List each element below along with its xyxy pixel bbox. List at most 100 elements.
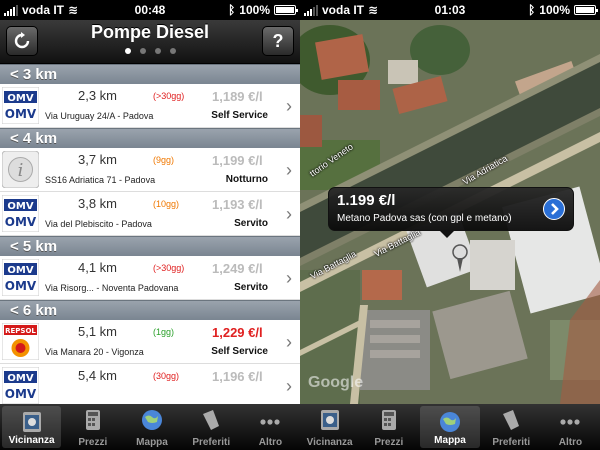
svg-text:i: i [18, 160, 24, 181]
chevron-right-icon: › [286, 96, 292, 116]
station-list-screen: voda IT ≋ 00:48 ᛒ 100% Pompe Diesel ? < … [0, 0, 300, 450]
more-dots-icon [258, 408, 282, 432]
tab-vicinanza[interactable]: Vicinanza [300, 404, 359, 450]
station-row[interactable]: OMV OMV 2,3 km (>30gg) 1,189 €/l Via Uruguay … [0, 84, 300, 128]
svg-text:OMV: OMV [5, 215, 37, 229]
svg-text:OMV: OMV [7, 201, 33, 212]
price-age-badge: (10gg) [153, 199, 180, 209]
station-price: 1,196 €/l [212, 369, 263, 384]
repsol-logo-icon: REPSOL [1, 322, 40, 361]
service-type: Notturno [225, 174, 268, 185]
station-distance: 5,4 km [78, 368, 118, 383]
tab-altro[interactable]: Altro [241, 404, 300, 450]
svg-text:OMV: OMV [7, 265, 33, 276]
tab-mappa[interactable]: Mappa [122, 404, 181, 450]
service-type: Self Service [211, 110, 268, 121]
calculator-icon [377, 408, 401, 432]
svg-text:OMV: OMV [5, 107, 37, 121]
station-address: Via del Plebiscito - Padova [45, 219, 152, 229]
tab-mappa[interactable]: Mappa [420, 406, 480, 448]
station-distance: 3,7 km [78, 152, 118, 167]
calculator-icon [81, 408, 105, 432]
station-row[interactable]: OMV OMV 5,4 km (30gg) 1,196 €/l › [0, 364, 300, 404]
tab-altro[interactable]: Altro [541, 404, 600, 450]
price-age-badge: (9gg) [153, 155, 175, 165]
tab-label: Prezzi [374, 437, 404, 448]
tab-label: Altro [258, 437, 283, 448]
chevron-right-icon: › [286, 204, 292, 224]
callout-station-name: Metano Padova sas (con gpl e metano) [337, 213, 512, 224]
info-logo-icon: i [1, 150, 40, 189]
tab-bar: Vicinanza Prezzi Mappa Preferiti Altro [300, 404, 600, 450]
tab-label: Altro [558, 437, 583, 448]
more-dots-icon [558, 408, 582, 432]
bluetooth-icon: ᛒ [228, 3, 236, 17]
tab-prezzi[interactable]: Prezzi [359, 404, 418, 450]
page-indicator [0, 48, 300, 54]
help-icon: ? [272, 31, 284, 51]
tab-preferiti[interactable]: Preferiti [182, 404, 241, 450]
omv-logo-icon: OMV OMV [1, 86, 40, 125]
callout-price: 1.199 €/l [337, 192, 396, 209]
tab-label: Vicinanza [306, 437, 353, 448]
omv-logo-icon: OMV OMV [1, 366, 40, 404]
station-address: SS16 Adriatica 71 - Padova [45, 175, 156, 185]
station-row[interactable]: REPSOL 5,1 km (1gg) 1,229 €/l Via Manara 20 … [0, 320, 300, 364]
distance-section-header: < 5 km [0, 236, 300, 256]
svg-text:OMV: OMV [5, 387, 37, 401]
tab-label: Mappa [434, 435, 466, 446]
service-type: Servito [234, 218, 268, 229]
chevron-right-icon: › [286, 268, 292, 288]
station-distance: 5,1 km [78, 324, 118, 339]
distance-section-header: < 3 km [0, 64, 300, 84]
status-bar: voda IT ≋ 00:48 ᛒ 100% [0, 0, 300, 20]
status-bar: voda IT ≋ 01:03 ᛒ 100% [300, 0, 600, 20]
station-price: 1,193 €/l [212, 197, 263, 212]
station-row[interactable]: i 3,7 km (9gg) 1,199 €/l SS16 Adriatica 71 -… [0, 148, 300, 192]
station-price: 1,229 €/l [212, 325, 263, 340]
tab-label: Mappa [136, 437, 168, 448]
tab-label: Preferiti [492, 437, 531, 448]
satellite-map[interactable]: Via Adriatica Via Battaglia Via Battagli… [300, 20, 600, 404]
station-distance: 3,8 km [78, 196, 118, 211]
svg-text:OMV: OMV [7, 373, 33, 384]
tab-prezzi[interactable]: Prezzi [63, 404, 122, 450]
chevron-right-icon: › [286, 160, 292, 180]
chevron-right-icon: › [286, 332, 292, 352]
battery-icon [574, 5, 598, 15]
compass-screen-icon [318, 408, 342, 432]
svg-text:REPSOL: REPSOL [5, 327, 36, 335]
service-type: Self Service [211, 346, 268, 357]
page-title: Pompe Diesel [90, 22, 210, 42]
bookmark-icon [199, 408, 223, 432]
tab-vicinanza[interactable]: Vicinanza [2, 406, 62, 448]
distance-section-header: < 4 km [0, 128, 300, 148]
station-price: 1,199 €/l [212, 153, 263, 168]
station-distance: 2,3 km [78, 88, 118, 103]
battery-icon [274, 5, 298, 15]
station-distance: 4,1 km [78, 260, 118, 275]
price-age-badge: (1gg) [153, 327, 175, 337]
station-row[interactable]: OMV OMV 4,1 km (>30gg) 1,249 €/l Via Risorg..… [0, 256, 300, 300]
price-age-badge: (>30gg) [153, 263, 185, 273]
svg-text:OMV: OMV [7, 93, 33, 104]
navigation-bar: Pompe Diesel ? [0, 20, 300, 64]
station-address: Via Uruguay 24/A - Padova [45, 111, 154, 121]
chevron-right-icon: › [286, 376, 292, 396]
bluetooth-icon: ᛒ [528, 3, 536, 17]
station-price: 1,189 €/l [212, 89, 263, 104]
station-address: Via Manara 20 - Vigonza [45, 347, 144, 357]
station-row[interactable]: OMV OMV 3,8 km (10gg) 1,193 €/l Via del Plebi… [0, 192, 300, 236]
help-button[interactable]: ? [262, 26, 294, 56]
price-age-badge: (30gg) [153, 371, 180, 381]
chevron-right-icon [551, 203, 559, 215]
station-price: 1,249 €/l [212, 261, 263, 276]
tab-label: Vicinanza [8, 435, 55, 446]
detail-disclosure-button[interactable] [543, 198, 565, 220]
station-callout[interactable]: 1.199 €/l Metano Padova sas (con gpl e m… [328, 187, 574, 238]
tab-label: Prezzi [78, 437, 108, 448]
battery-percent: 100% [539, 3, 570, 17]
map-screen: voda IT ≋ 01:03 ᛒ 100% Via Adriatica Via… [300, 0, 600, 450]
tab-preferiti[interactable]: Preferiti [482, 404, 541, 450]
station-list: < 3 km OMV OMV 2,3 km (>30gg) 1,189 €/l Via Ur… [0, 64, 300, 404]
